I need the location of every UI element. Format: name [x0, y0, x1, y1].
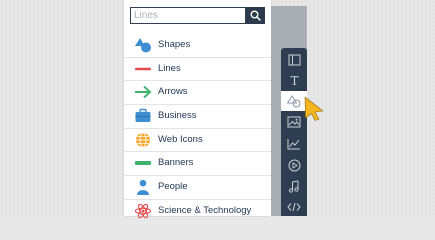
shapes-icon [134, 37, 152, 53]
category-arrows[interactable]: Arrows [124, 81, 271, 106]
arrow-right-icon [134, 84, 152, 100]
shapes-icon [287, 94, 301, 107]
chart-icon [287, 139, 300, 150]
category-label: Science & Technology [158, 204, 252, 216]
search-bar [130, 7, 266, 24]
category-business[interactable]: Business [124, 105, 271, 129]
toolbar-chart-button[interactable] [281, 134, 307, 154]
toolbar-video-button[interactable] [281, 155, 307, 175]
svg-text:T: T [290, 74, 298, 87]
category-lines[interactable]: Lines [124, 58, 271, 82]
play-icon [288, 159, 300, 171]
toolbar-layout-button[interactable] [281, 50, 307, 70]
person-icon [134, 179, 152, 196]
search-icon [250, 10, 261, 21]
category-label: Web Icons [158, 133, 203, 145]
code-icon [287, 202, 301, 212]
briefcase-icon [134, 108, 152, 124]
music-icon [288, 180, 299, 193]
toolbar-audio-button[interactable] [281, 176, 307, 196]
mouse-cursor-icon [304, 96, 324, 121]
search-button[interactable] [246, 7, 265, 24]
category-label: Shapes [158, 39, 191, 50]
element-library-panel: Shapes Lines Arrows [124, 0, 271, 219]
category-label: Business [158, 110, 197, 122]
category-banners[interactable]: Banners [124, 152, 271, 177]
search-input[interactable] [130, 7, 246, 24]
category-label: Banners [158, 157, 194, 169]
category-label: People [158, 181, 188, 193]
line-icon [134, 61, 152, 77]
category-web-icons[interactable]: Web Icons [124, 129, 271, 153]
category-list: Shapes Lines Arrows Business Web Icons B… [124, 34, 271, 223]
category-label: Arrows [158, 86, 188, 98]
atom-icon [134, 203, 152, 219]
category-science-technology[interactable]: Science & Technology [124, 200, 271, 223]
vertical-toolbar: T [281, 48, 307, 216]
layout-icon [288, 54, 300, 66]
text-icon: T [290, 74, 298, 87]
category-shapes[interactable]: Shapes [124, 34, 271, 58]
globe-icon [134, 132, 152, 148]
toolbar-embed-button[interactable] [281, 197, 307, 217]
image-icon [287, 116, 301, 128]
category-label: Lines [158, 62, 181, 74]
toolbar-text-button[interactable]: T [281, 70, 307, 90]
banner-icon [134, 155, 152, 171]
category-people[interactable]: People [124, 176, 271, 200]
